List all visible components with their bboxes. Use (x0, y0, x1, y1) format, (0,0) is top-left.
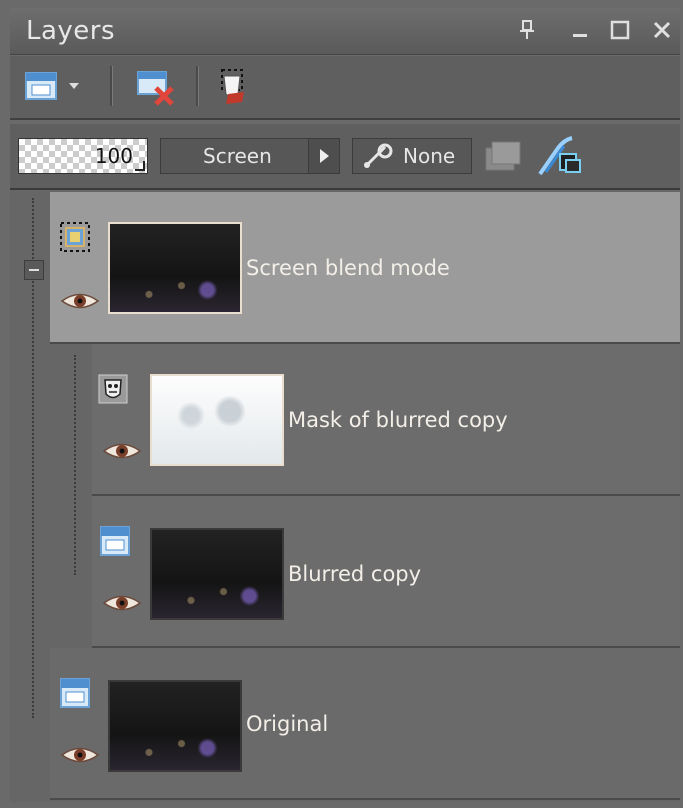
eye-icon[interactable] (102, 440, 142, 462)
subgroup-guide-line (74, 355, 76, 575)
layer-mask-icon[interactable] (214, 66, 254, 108)
collapse-group-button[interactable] (24, 260, 44, 280)
layers-panel-titlebar: Layers (10, 8, 680, 55)
opacity-field[interactable]: 100 (18, 138, 148, 174)
opacity-value: 100 (94, 144, 133, 168)
dropdown-arrow-icon[interactable] (68, 81, 80, 91)
raster-layer-icon (60, 678, 90, 708)
link-set-value: None (403, 144, 456, 168)
group-layers-icon[interactable] (482, 138, 522, 174)
new-layer-icon[interactable] (24, 70, 64, 104)
layer-row[interactable]: Original (50, 648, 680, 800)
panel-title: Layers (26, 16, 116, 46)
raster-layer-icon (100, 526, 130, 556)
maximize-icon[interactable] (608, 18, 632, 42)
raster-layer-icon (60, 222, 90, 252)
minimize-icon[interactable] (568, 18, 592, 42)
layer-row[interactable]: Mask of blurred copy (92, 344, 680, 496)
layer-name: Mask of blurred copy (288, 408, 508, 432)
layer-row[interactable]: Screen blend mode (50, 192, 680, 344)
close-icon[interactable] (650, 18, 674, 42)
layer-thumbnail (150, 528, 284, 620)
delete-layer-icon[interactable] (134, 68, 178, 108)
opacity-slider-grip[interactable] (135, 161, 145, 171)
eye-icon[interactable] (60, 290, 100, 312)
layers-toolbar (10, 56, 680, 120)
layer-name: Original (246, 712, 329, 736)
layer-thumbnail (150, 374, 284, 466)
blend-mode-select[interactable]: Screen (160, 138, 340, 174)
layer-thumbnail (108, 680, 242, 772)
layer-row[interactable]: Blurred copy (92, 496, 680, 648)
link-icon (363, 143, 393, 169)
blend-mode-value: Screen (203, 144, 272, 168)
layer-properties-bar: 100 Screen None (10, 124, 680, 190)
layer-name: Blurred copy (288, 562, 422, 586)
lock-transparency-icon[interactable] (534, 134, 584, 178)
mask-layer-icon (98, 374, 128, 404)
layer-thumbnail (108, 222, 242, 314)
layer-name: Screen blend mode (246, 256, 450, 280)
eye-icon[interactable] (60, 744, 100, 766)
pin-icon[interactable] (515, 18, 539, 42)
link-set-select[interactable]: None (352, 138, 472, 174)
layer-list: Screen blend mode Mask of blurred copy B… (10, 190, 680, 802)
eye-icon[interactable] (102, 592, 142, 614)
blend-mode-arrow-icon[interactable] (308, 139, 339, 173)
